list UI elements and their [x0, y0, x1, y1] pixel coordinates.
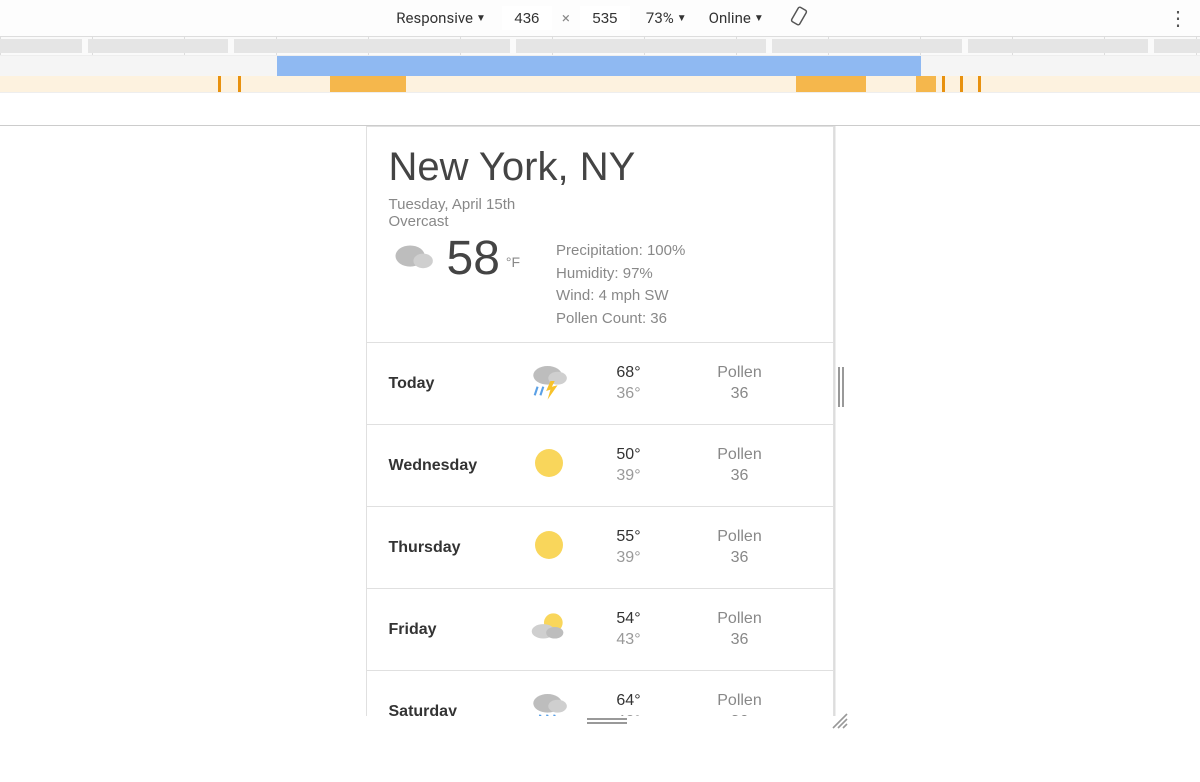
pollen-label: Pollen Count: — [556, 310, 646, 327]
forecast-pollen: Pollen36 — [669, 445, 811, 487]
throttling-select[interactable]: Online — [703, 7, 770, 29]
device-label: Responsive — [396, 9, 473, 27]
rotate-icon[interactable] — [788, 5, 810, 31]
forecast-pollen: Pollen36 — [669, 609, 811, 651]
forecast-row[interactable]: Saturday 64°46°Pollen36 — [367, 671, 833, 716]
forecast-low: 39° — [589, 548, 669, 569]
zoom-select[interactable]: 73% — [640, 7, 693, 29]
forecast-low: 43° — [589, 630, 669, 651]
forecast-high: 68° — [589, 363, 669, 384]
media-query-bar-min[interactable] — [0, 76, 1200, 93]
zoom-label: 73% — [646, 9, 674, 27]
forecast-pollen: Pollen36 — [669, 527, 811, 569]
forecast-low: 36° — [589, 384, 669, 405]
current-stats: Precipitation: 100% Humidity: 97% Wind: … — [556, 240, 685, 330]
partly-icon — [509, 607, 589, 652]
sunny-icon — [509, 443, 589, 488]
forecast-row[interactable]: Friday 54°43°Pollen36 — [367, 589, 833, 671]
viewport-stage: New York, NY Tuesday, April 15th Overcas… — [0, 126, 1200, 716]
throttling-label: Online — [709, 9, 751, 27]
forecast-temps: 50°39° — [589, 445, 669, 487]
forecast-pollen: Pollen36 — [669, 363, 811, 405]
precipitation-label: Precipitation: — [556, 242, 643, 259]
rain-icon — [509, 689, 589, 716]
forecast-high: 64° — [589, 691, 669, 712]
resize-handle-corner[interactable] — [829, 710, 849, 730]
pollen-value: 36 — [650, 310, 667, 327]
date-text: Tuesday, April 15th — [389, 196, 811, 213]
sunny-icon — [509, 525, 589, 570]
wind-value: 4 mph SW — [599, 287, 669, 304]
forecast-low: 39° — [589, 466, 669, 487]
weather-card: New York, NY Tuesday, April 15th Overcas… — [366, 126, 834, 716]
forecast-row[interactable]: Wednesday 50°39°Pollen36 — [367, 425, 833, 507]
city-name: New York, NY — [389, 145, 811, 190]
forecast-day: Thursday — [389, 539, 509, 557]
temperature-unit: °F — [506, 254, 520, 270]
forecast-temps: 55°39° — [589, 527, 669, 569]
device-select[interactable]: Responsive — [390, 7, 492, 29]
forecast-high: 50° — [589, 445, 669, 466]
forecast-temps: 64°46° — [589, 691, 669, 716]
wind-label: Wind: — [556, 287, 594, 304]
condition-text: Overcast — [389, 213, 811, 230]
device-toolbar: Responsive × 73% Online ⋮ — [0, 0, 1200, 37]
media-query-bar-max[interactable] — [0, 56, 1200, 76]
forecast-temps: 54°43° — [589, 609, 669, 651]
height-input[interactable] — [580, 6, 630, 30]
resize-handle-bottom[interactable] — [577, 716, 637, 726]
ruler-row — [0, 37, 1200, 56]
forecast-list: Today68°36°Pollen36Wednesday50°39°Pollen… — [367, 342, 833, 716]
forecast-day: Today — [389, 375, 509, 393]
thunderstorm-icon — [509, 361, 589, 406]
forecast-day: Saturday — [389, 703, 509, 717]
overcast-icon — [389, 234, 441, 283]
forecast-temps: 68°36° — [589, 363, 669, 405]
width-input[interactable] — [502, 6, 552, 30]
forecast-pollen: Pollen36 — [669, 691, 811, 716]
forecast-high: 54° — [589, 609, 669, 630]
current-temperature: 58 — [447, 235, 500, 283]
dimension-separator: × — [562, 9, 570, 27]
forecast-high: 55° — [589, 527, 669, 548]
device-frame: New York, NY Tuesday, April 15th Overcas… — [366, 126, 835, 716]
precipitation-value: 100% — [647, 242, 685, 259]
forecast-day: Wednesday — [389, 457, 509, 475]
forecast-row[interactable]: Today 68°36°Pollen36 — [367, 343, 833, 425]
humidity-value: 97% — [623, 265, 653, 282]
humidity-label: Humidity: — [556, 265, 619, 282]
forecast-day: Friday — [389, 621, 509, 639]
more-options-icon[interactable]: ⋮ — [1168, 0, 1188, 36]
resize-handle-right[interactable] — [835, 362, 847, 412]
forecast-row[interactable]: Thursday 55°39°Pollen36 — [367, 507, 833, 589]
